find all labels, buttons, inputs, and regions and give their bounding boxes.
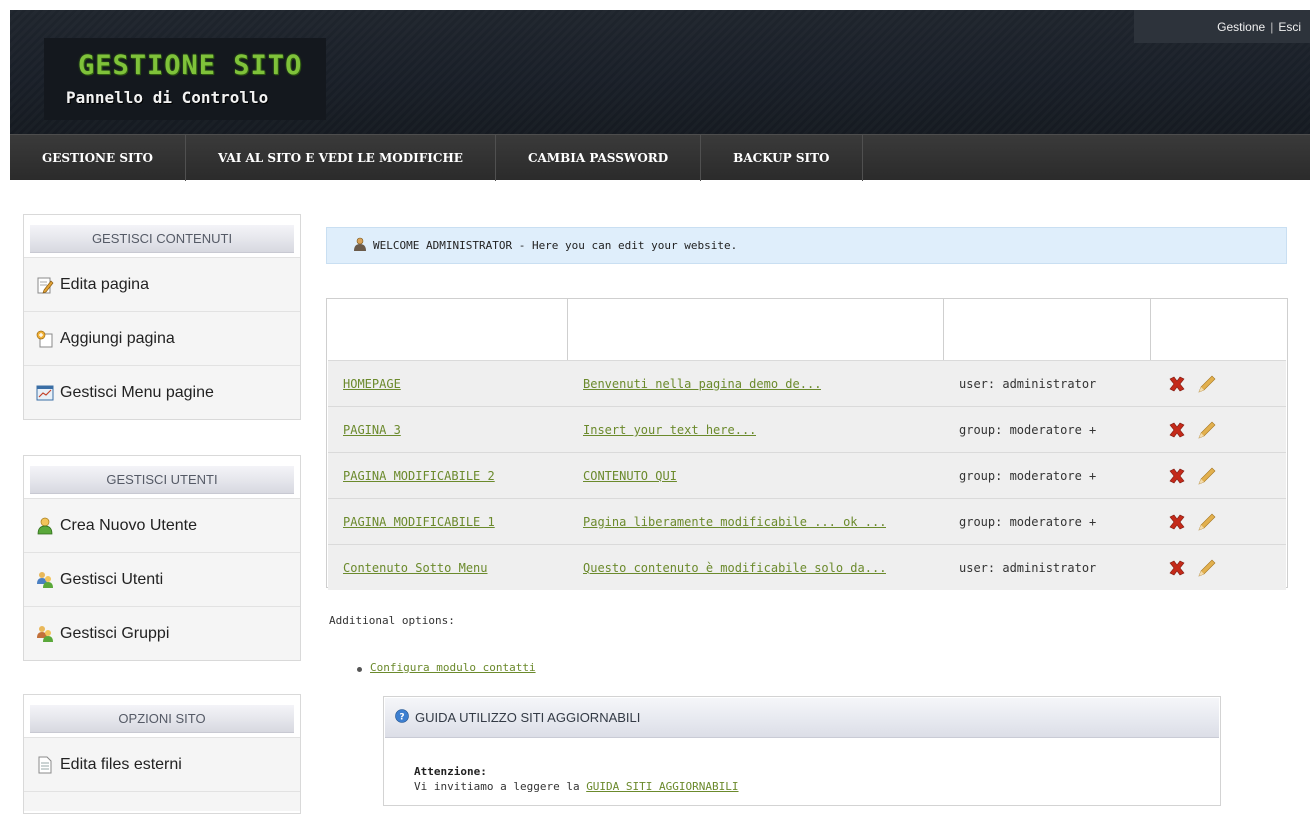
sidebar-options-box: OPZIONI SITO Edita files esterni [23,694,301,814]
edit-pencil-icon[interactable] [1196,465,1218,487]
guide-title: GUIDA UTILIZZO SITI AGGIORNABILI [415,710,641,725]
table-row: HOMEPAGE Benvenuti nella pagina demo de.… [328,360,1286,406]
logo-subtitle: Pannello di Controllo [66,88,269,107]
manage-link[interactable]: Gestione [1217,20,1265,34]
sidebar-item-gestisci-utenti[interactable]: Gestisci Utenti [24,552,300,606]
page-title-link[interactable]: PAGINA 3 [343,407,401,453]
page-title-link[interactable]: Contenuto Sotto Menu [343,545,488,591]
additional-options-label: Additional options: [329,614,455,627]
groups-icon [36,625,54,643]
table-row: Contenuto Sotto Menu Questo contenuto è … [328,544,1286,590]
delete-icon[interactable] [1166,511,1188,533]
sidebar-users-box: GESTISCI UTENTI Crea Nuovo Utente Gestis… [23,455,301,661]
delete-icon[interactable] [1166,557,1188,579]
help-icon: ? [395,709,409,726]
nav-item-cambia-password[interactable]: CAMBIA PASSWORD [496,135,702,181]
menu-window-icon [36,384,54,402]
nav-item-vai-al-sito[interactable]: VAI AL SITO E VEDI LE MODIFICHE [186,135,496,181]
guide-attention-label: Attenzione: [414,765,487,778]
pages-table: HOMEPAGE Benvenuti nella pagina demo de.… [326,298,1288,590]
guide-header: ? GUIDA UTILIZZO SITI AGGIORNABILI [385,698,1219,738]
sidebar-item-gestisci-gruppi[interactable]: Gestisci Gruppi [24,606,300,660]
top-navigation: GESTIONE SITO VAI AL SITO E VEDI LE MODI… [10,134,1310,181]
sidebar-item-label: Gestisci Utenti [60,570,164,588]
page-owner: group: moderatore + [959,469,1097,483]
svg-text:?: ? [399,713,404,723]
sidebar-contents-title: GESTISCI CONTENUTI [30,225,294,253]
page-content-link[interactable]: Pagina liberamente modificabile ... ok .… [583,499,886,545]
table-row: PAGINA 3 Insert your text here... group:… [328,406,1286,452]
guide-text: Vi invitiamo a leggere la GUIDA SITI AGG… [414,780,739,793]
page-title-link[interactable]: HOMEPAGE [343,361,401,407]
page-title-link[interactable]: PAGINA MODIFICABILE 2 [343,453,495,499]
table-row: PAGINA MODIFICABILE 1 Pagina liberamente… [328,498,1286,544]
add-page-icon [36,330,54,348]
edit-pencil-icon[interactable] [1196,373,1218,395]
configure-contacts-link[interactable]: Configura modulo contatti [370,661,536,674]
sidebar-item-edita-files[interactable]: Edita files esterni [24,737,300,791]
logo[interactable]: GESTIONE SITO Pannello di Controllo [44,38,326,120]
edit-pencil-icon[interactable] [1196,511,1218,533]
welcome-banner: WELCOME ADMINISTRATOR - Here you can edi… [326,227,1287,264]
list-bullet [357,667,362,672]
sidebar-item-label: Gestisci Gruppi [60,624,170,642]
page-content-link[interactable]: CONTENUTO QUI [583,453,677,499]
users-icon [36,571,54,589]
guide-link[interactable]: GUIDA SITI AGGIORNABILI [586,780,738,793]
edit-page-icon [36,276,54,294]
sidebar-options-title: OPZIONI SITO [30,705,294,733]
sidebar-item-gestisci-menu[interactable]: Gestisci Menu pagine [24,365,300,419]
delete-icon[interactable] [1166,465,1188,487]
logout-link[interactable]: Esci [1278,20,1301,34]
admin-user-icon [353,237,367,254]
site-header: GESTIONE SITO Pannello di Controllo Gest… [10,10,1310,134]
guide-panel: ? GUIDA UTILIZZO SITI AGGIORNABILI Atten… [383,696,1221,806]
sidebar-item-next-partial[interactable] [24,791,300,811]
page-content-link[interactable]: Insert your text here... [583,407,756,453]
user-links-separator: | [1270,19,1274,34]
sidebar-item-edita-pagina[interactable]: Edita pagina [24,257,300,311]
sidebar-item-aggiungi-pagina[interactable]: Aggiungi pagina [24,311,300,365]
sidebar-item-label: Aggiungi pagina [60,329,175,347]
page-content-link[interactable]: Questo contenuto è modificabile solo da.… [583,545,886,591]
page-owner: group: moderatore + [959,423,1097,437]
delete-icon[interactable] [1166,373,1188,395]
edit-pencil-icon[interactable] [1196,557,1218,579]
page-owner: group: moderatore + [959,515,1097,529]
welcome-text: WELCOME ADMINISTRATOR - Here you can edi… [373,239,738,252]
sidebar-users-title: GESTISCI UTENTI [30,466,294,494]
sidebar-item-label: Edita pagina [60,275,149,293]
page-owner: user: administrator [959,561,1097,575]
nav-item-gestione-sito[interactable]: GESTIONE SITO [10,135,187,181]
page-content-link[interactable]: Benvenuti nella pagina demo de... [583,361,821,407]
table-row: PAGINA MODIFICABILE 2 CONTENUTO QUI grou… [328,452,1286,498]
sidebar-contents-box: GESTISCI CONTENUTI Edita pagina Aggiungi… [23,214,301,420]
edit-pencil-icon[interactable] [1196,419,1218,441]
page-title-link[interactable]: PAGINA MODIFICABILE 1 [343,499,495,545]
nav-item-backup-sito[interactable]: BACKUP SITO [701,135,863,181]
logo-title: GESTIONE SITO [78,50,303,81]
file-icon [36,756,54,774]
sidebar-item-label: Edita files esterni [60,755,182,773]
guide-text-prefix: Vi invitiamo a leggere la [414,780,587,793]
new-user-icon [36,517,54,535]
sidebar-item-crea-utente[interactable]: Crea Nuovo Utente [24,498,300,552]
delete-icon[interactable] [1166,419,1188,441]
sidebar-item-label: Gestisci Menu pagine [60,383,214,401]
sidebar-item-label: Crea Nuovo Utente [60,516,197,534]
user-links: Gestione | Esci [1134,10,1310,43]
page-owner: user: administrator [959,377,1097,391]
